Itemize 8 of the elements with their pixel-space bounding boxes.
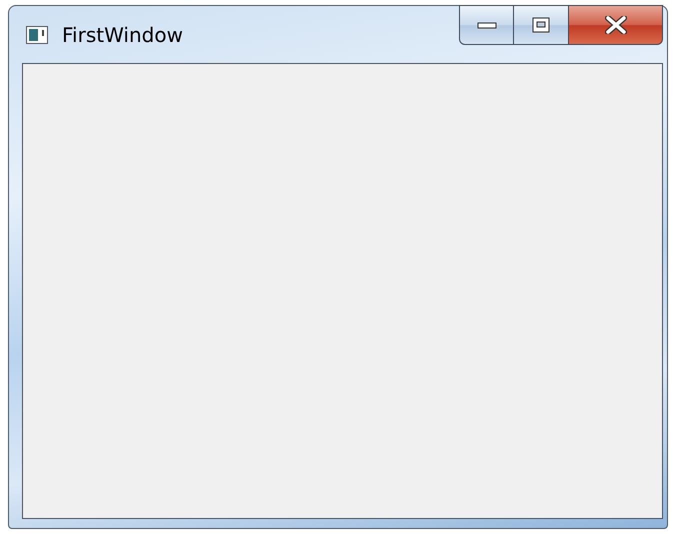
close-button[interactable] xyxy=(569,5,663,45)
window-title: FirstWindow xyxy=(62,23,183,47)
minimize-icon xyxy=(476,20,496,30)
minimize-button[interactable] xyxy=(459,5,514,45)
maximize-button[interactable] xyxy=(514,5,569,45)
maximize-icon xyxy=(532,17,550,33)
window-icon xyxy=(26,26,48,44)
close-icon xyxy=(604,16,626,34)
